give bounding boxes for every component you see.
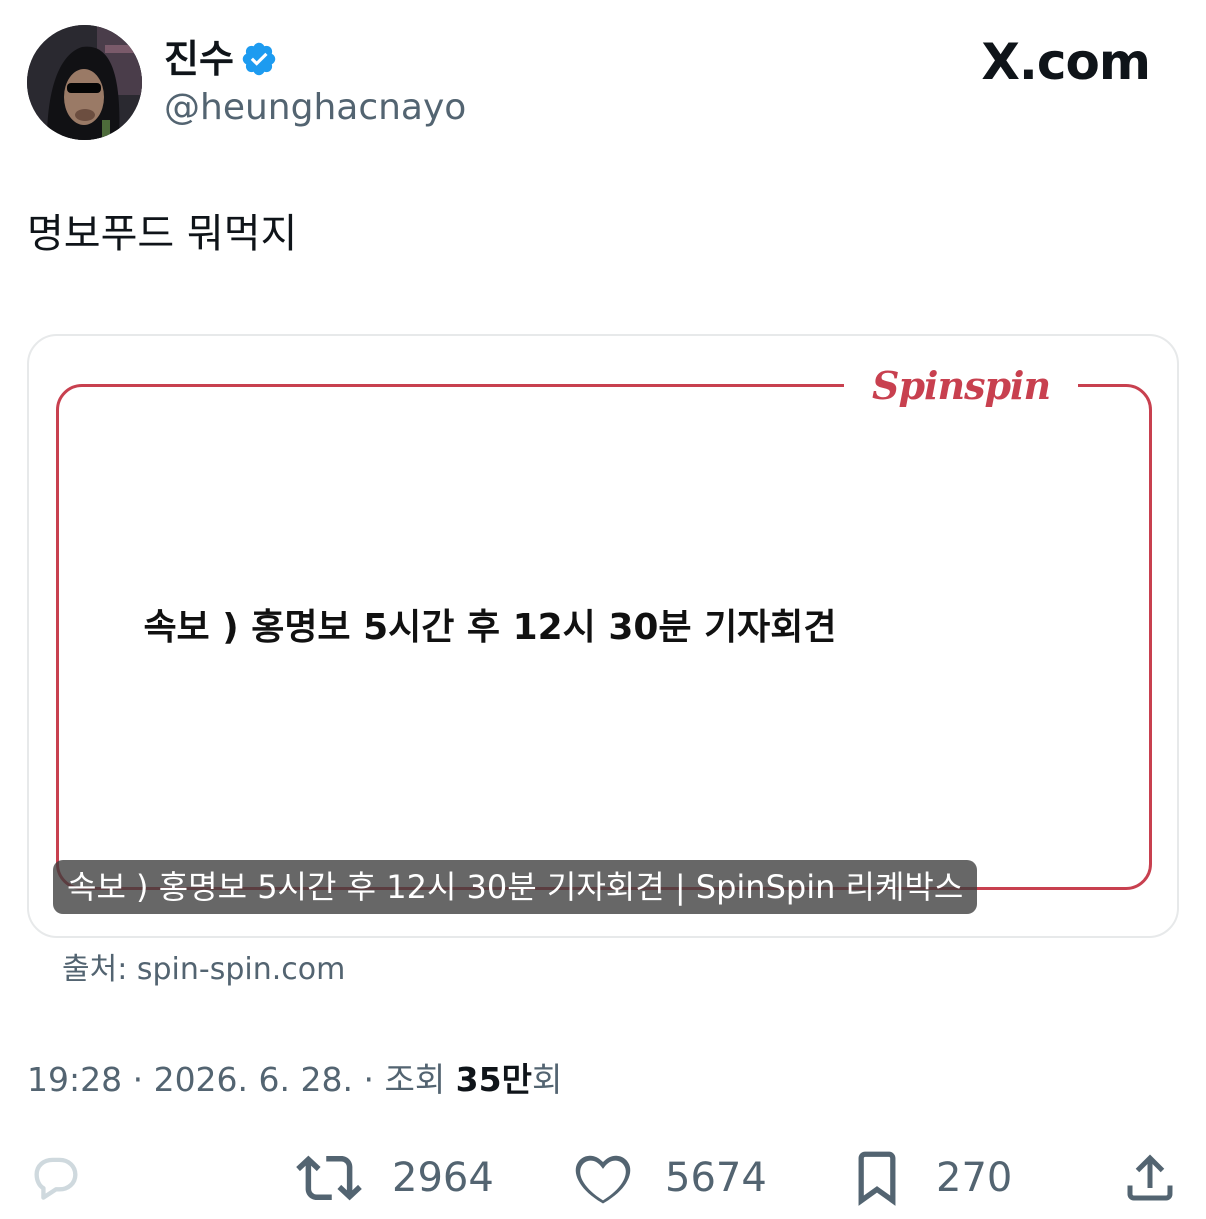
bookmark-count: 270 xyxy=(936,1155,1013,1201)
spinspin-logo: Spinspin xyxy=(872,363,1051,408)
author-name[interactable]: 진수 xyxy=(164,36,234,82)
avatar-image xyxy=(27,25,142,140)
share-icon xyxy=(1127,1154,1173,1201)
card-headline: 속보 ) 홍명보 5시간 후 12시 30분 기자회견 xyxy=(143,607,837,648)
bookmark-icon xyxy=(858,1151,896,1206)
tweet-text: 명보푸드 뭐먹지 xyxy=(27,211,298,257)
tweet-meta: 19:28 · 2026. 6. 28. · 조회 35만회 xyxy=(27,1058,562,1102)
retweet-button[interactable]: 2964 xyxy=(296,1140,494,1216)
brand-logo: X.com xyxy=(981,33,1151,91)
avatar[interactable] xyxy=(27,25,142,140)
action-bar: 2964 5674 270 xyxy=(0,1140,1206,1219)
timestamp[interactable]: 19:28 · 2026. 6. 28. · 조회 xyxy=(27,1060,456,1099)
bookmark-button[interactable]: 270 xyxy=(848,1140,1012,1216)
card-caption: 속보 ) 홍명보 5시간 후 12시 30분 기자회견 | SpinSpin 리… xyxy=(53,860,978,914)
verified-badge-icon xyxy=(242,42,276,76)
reply-button[interactable] xyxy=(27,1140,85,1216)
view-suffix: 회 xyxy=(531,1060,563,1099)
reply-icon xyxy=(34,1157,78,1200)
retweet-count: 2964 xyxy=(392,1155,494,1201)
heart-icon xyxy=(575,1155,631,1204)
like-count: 5674 xyxy=(665,1155,767,1201)
media-card[interactable]: Spinspin 속보 ) 홍명보 5시간 후 12시 30분 기자회견 속보 … xyxy=(27,334,1179,938)
share-button[interactable] xyxy=(1120,1140,1180,1216)
like-button[interactable]: 5674 xyxy=(571,1140,767,1216)
tweet-screenshot: 진수 @heunghacnayo X.com 명보푸드 뭐먹지 Spinspin… xyxy=(0,0,1206,1219)
author-handle[interactable]: @heunghacnayo xyxy=(164,86,466,130)
view-count: 35만 xyxy=(455,1060,532,1099)
card-source[interactable]: 출처: spin-spin.com xyxy=(62,950,345,990)
retweet-icon xyxy=(296,1155,362,1201)
